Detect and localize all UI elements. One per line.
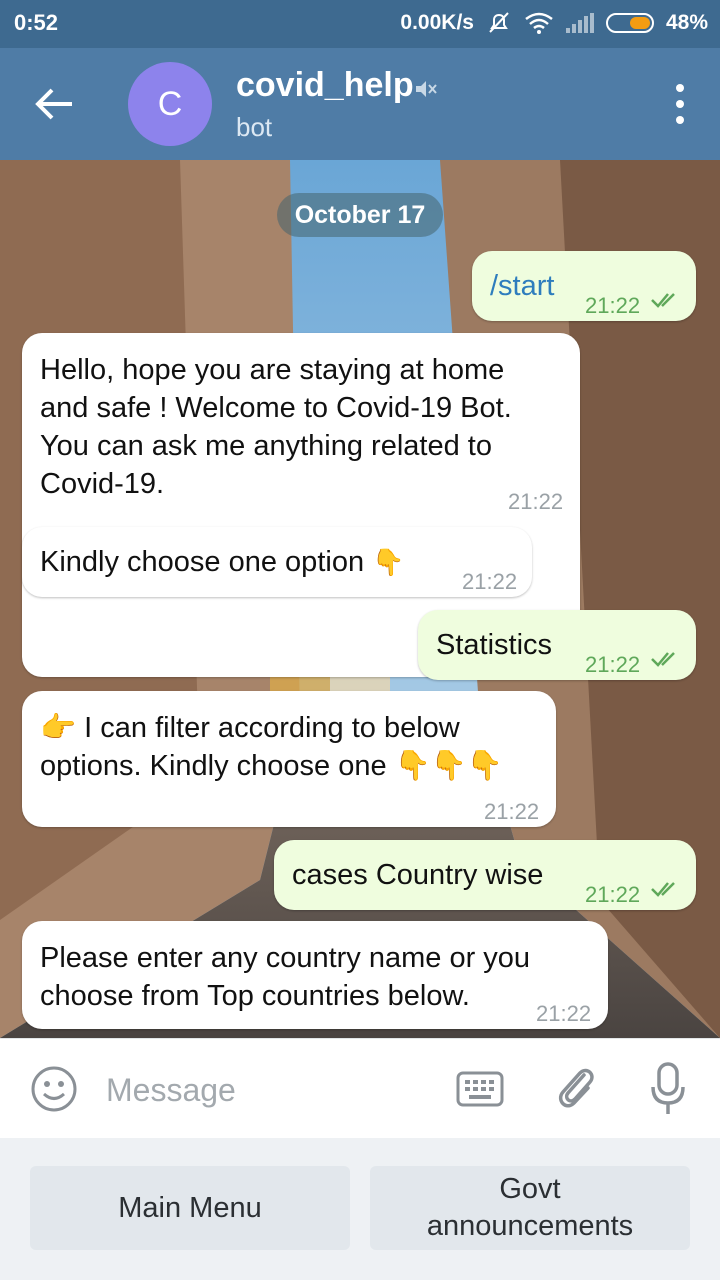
- message-text: Statistics: [436, 629, 553, 661]
- incoming-message[interactable]: Please enter any country name or you cho…: [22, 921, 608, 1029]
- chat-area[interactable]: October 17 /start 21:22 Hello, hope you …: [0, 160, 720, 1038]
- wifi-icon: [525, 12, 553, 34]
- emoji-icon[interactable]: [30, 1065, 78, 1113]
- button-label-line: announcements: [426, 1210, 634, 1242]
- battery-percent: 48%: [665, 11, 708, 34]
- outgoing-message[interactable]: /start 21:22: [472, 251, 696, 321]
- message-input-bar: [0, 1038, 720, 1139]
- message-line: You can ask me anything related to: [40, 430, 492, 462]
- message-time: 21:22: [462, 569, 518, 594]
- message-line: Please enter any country name or you: [40, 942, 531, 974]
- chat-title[interactable]: covid_help: [236, 66, 414, 105]
- status-time: 0:52: [14, 10, 59, 35]
- message-line: Hello, hope you are staying at home: [40, 354, 505, 386]
- muted-icon: [416, 81, 437, 97]
- read-ticks-icon: [651, 882, 675, 897]
- message-text: cases Country wise: [292, 859, 544, 891]
- message-time: 21:22: [536, 1001, 592, 1026]
- battery-icon: [605, 13, 654, 33]
- status-bar: 0:52 0.00K/s 48%: [0, 0, 720, 48]
- message-line: 👉 I can filter according to below: [40, 712, 460, 744]
- date-separator: October 17: [277, 193, 443, 237]
- chat-subtitle: bot: [236, 112, 273, 142]
- keyboard-icon[interactable]: [456, 1071, 504, 1107]
- pointing-down-emoji: 👇: [372, 548, 405, 578]
- message-line: options. Kindly choose one 👇👇👇: [40, 750, 504, 782]
- message-time: 21:22: [585, 293, 641, 318]
- message-time: 21:22: [585, 652, 641, 677]
- read-ticks-icon: [651, 652, 675, 667]
- message-line: choose from Top countries below.: [40, 980, 470, 1012]
- outgoing-message[interactable]: Statistics 21:22: [418, 610, 696, 680]
- chat-header: C covid_help bot: [0, 48, 720, 160]
- back-arrow-icon[interactable]: [30, 82, 80, 126]
- bell-off-icon: [489, 12, 509, 33]
- microphone-icon[interactable]: [650, 1061, 686, 1117]
- net-speed: 0.00K/s: [400, 11, 474, 34]
- message-time: 21:22: [585, 882, 641, 907]
- govt-announcements-button[interactable]: Govt announcements: [370, 1166, 690, 1250]
- attach-icon[interactable]: [554, 1063, 598, 1113]
- message-time: 21:22: [484, 799, 540, 824]
- status-icons: 0.00K/s 48%: [400, 10, 708, 36]
- outgoing-message[interactable]: cases Country wise 21:22: [274, 840, 696, 910]
- message-input[interactable]: [104, 1065, 428, 1115]
- read-ticks-icon: [651, 293, 675, 308]
- more-options-icon[interactable]: [670, 84, 690, 124]
- incoming-message[interactable]: Kindly choose one option 👇 21:22: [22, 527, 532, 597]
- avatar[interactable]: C: [128, 62, 212, 146]
- message-line: Covid-19.: [40, 468, 165, 500]
- message-text: /start: [490, 270, 555, 302]
- main-menu-button[interactable]: Main Menu: [30, 1166, 350, 1250]
- bot-keyboard: Main Menu Govt announcements: [0, 1138, 720, 1280]
- message-line: and safe ! Welcome to Covid-19 Bot.: [40, 392, 512, 424]
- message-text: Kindly choose one option: [40, 546, 365, 578]
- incoming-message[interactable]: 👉 I can filter according to below option…: [22, 691, 556, 827]
- message-time: 21:22: [508, 489, 564, 514]
- signal-icon: [565, 13, 594, 33]
- button-label-line: Govt: [499, 1173, 561, 1205]
